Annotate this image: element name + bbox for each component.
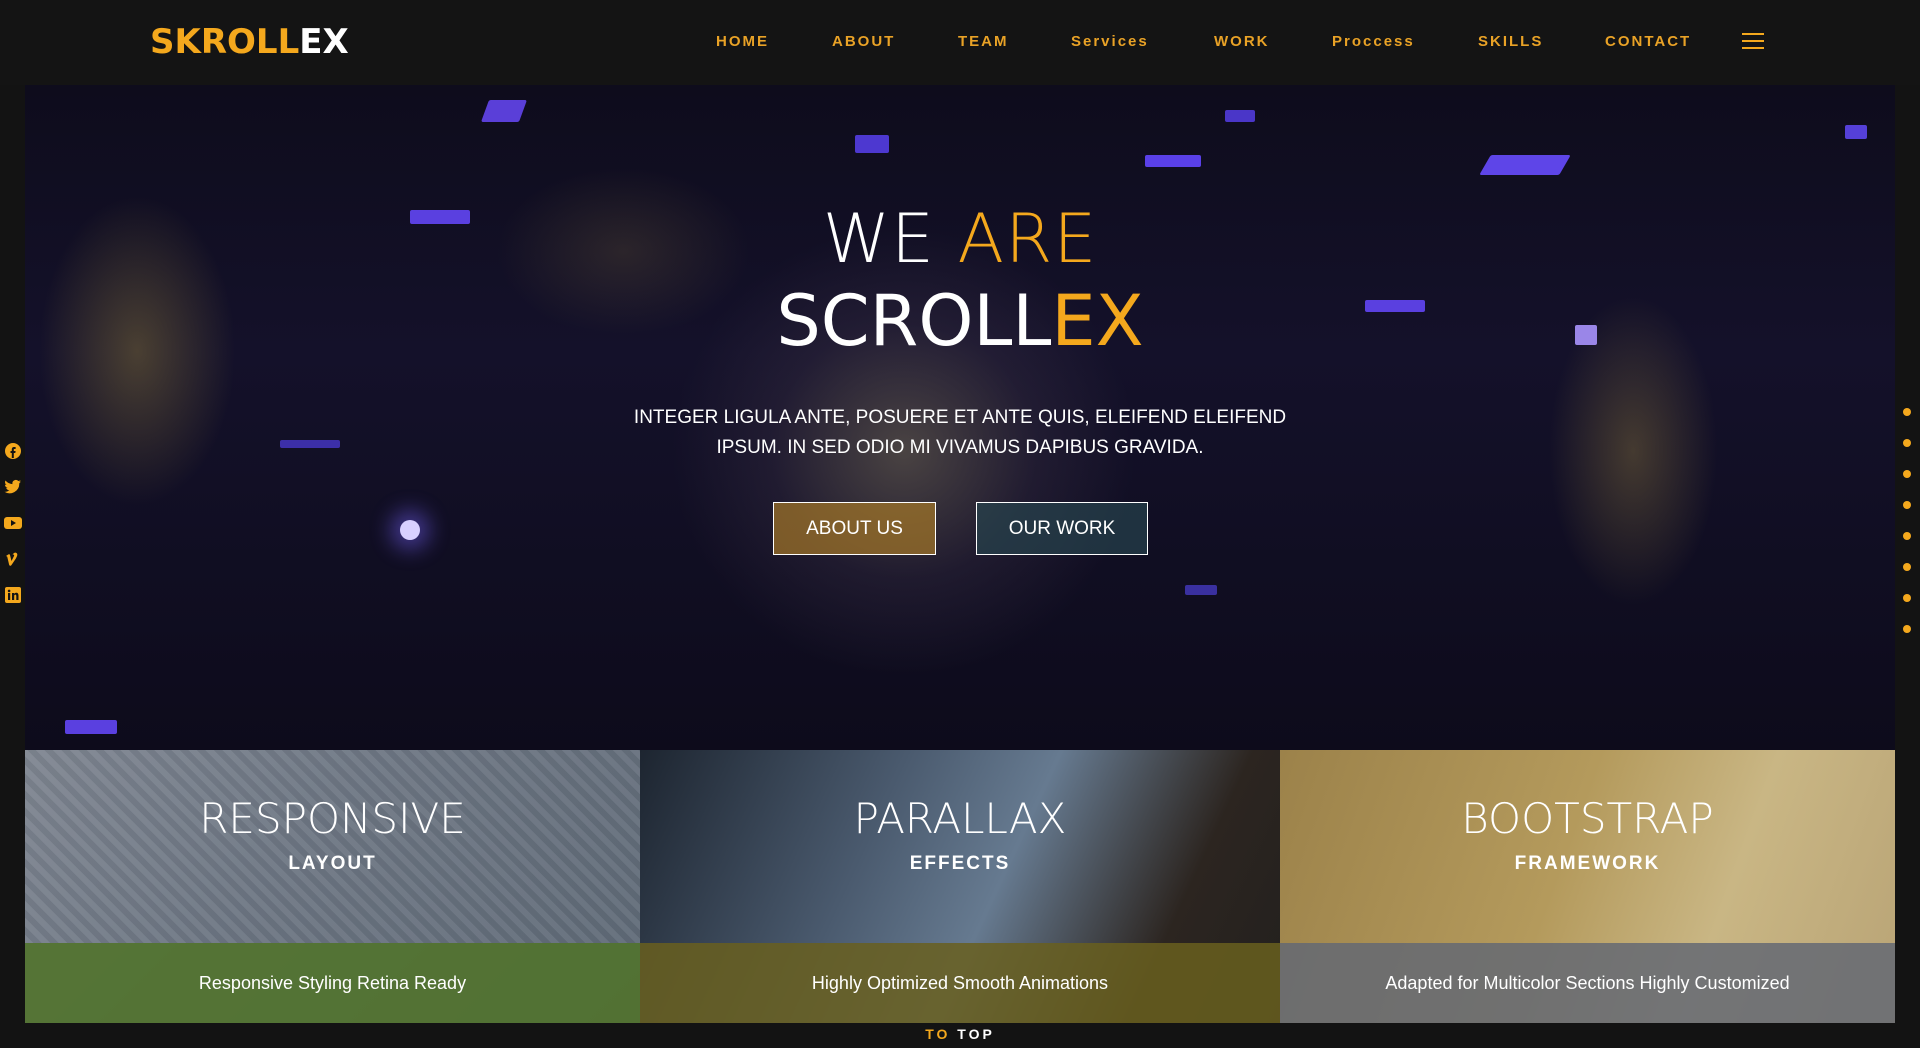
feature-title: PARALLAX xyxy=(853,794,1067,843)
linkedin-icon[interactable] xyxy=(4,586,22,604)
vimeo-icon[interactable] xyxy=(4,550,22,568)
hero-title-we: WE xyxy=(822,200,935,279)
feature-subtitle: FRAMEWORK xyxy=(1514,853,1661,874)
about-us-button[interactable]: ABOUT US xyxy=(773,502,936,555)
to-top-link[interactable]: TO TOP xyxy=(0,1026,1920,1042)
to-top-part1: TO xyxy=(925,1026,951,1042)
youtube-icon[interactable] xyxy=(4,514,22,532)
our-work-button[interactable]: OUR WORK xyxy=(976,502,1148,555)
feature-parallax: PARALLAX EFFECTS Highly Optimized Smooth… xyxy=(640,750,1280,1023)
section-dot[interactable] xyxy=(1903,594,1911,602)
hero-title-scroll: SCROLL xyxy=(776,280,1052,362)
section-dot[interactable] xyxy=(1903,501,1911,509)
hamburger-menu-icon[interactable] xyxy=(1742,33,1764,51)
section-dot[interactable] xyxy=(1903,408,1911,416)
section-dot[interactable] xyxy=(1903,470,1911,478)
feature-responsive: RESPONSIVE LAYOUT Responsive Styling Ret… xyxy=(25,750,640,1023)
hero-title-line2: SCROLLEX xyxy=(25,280,1895,362)
feature-bootstrap: BOOTSTRAP FRAMEWORK Adapted for Multicol… xyxy=(1280,750,1895,1023)
nav-item-services[interactable]: Services xyxy=(1071,33,1149,50)
page: SKROLLEX HOME ABOUT TEAM Services WORK P… xyxy=(0,0,1920,1048)
hero-description: INTEGER LIGULA ANTE, POSUERE ET ANTE QUI… xyxy=(633,407,1287,458)
header: SKROLLEX HOME ABOUT TEAM Services WORK P… xyxy=(0,0,1920,85)
nav-item-home[interactable]: HOME xyxy=(716,33,769,50)
nav-item-contact[interactable]: CONTACT xyxy=(1605,33,1691,50)
hero-section: WE ARE SCROLLEX INTEGER LIGULA ANTE, POS… xyxy=(25,85,1895,750)
feature-text: Responsive Styling Retina Ready xyxy=(25,943,640,1023)
section-dot[interactable] xyxy=(1903,532,1911,540)
feature-background xyxy=(25,750,640,943)
facebook-icon[interactable] xyxy=(4,442,22,460)
nav-item-about[interactable]: ABOUT xyxy=(832,33,895,50)
feature-text: Highly Optimized Smooth Animations xyxy=(640,943,1280,1023)
feature-subtitle: LAYOUT xyxy=(288,853,377,874)
hero-title-are: ARE xyxy=(957,200,1098,279)
section-dot[interactable] xyxy=(1903,439,1911,447)
feature-title: RESPONSIVE xyxy=(199,794,466,843)
hero-title-line1: WE ARE xyxy=(25,200,1895,279)
section-dot[interactable] xyxy=(1903,625,1911,633)
to-top-part2: TOP xyxy=(957,1026,995,1042)
twitter-icon[interactable] xyxy=(4,478,22,496)
nav-item-team[interactable]: TEAM xyxy=(958,33,1009,50)
nav-item-skills[interactable]: SKILLS xyxy=(1478,33,1543,50)
hero-title-ex: EX xyxy=(1051,280,1144,362)
nav-item-work[interactable]: WORK xyxy=(1214,33,1270,50)
main-nav: HOME ABOUT TEAM Services WORK Proccess S… xyxy=(0,33,1920,53)
section-dot[interactable] xyxy=(1903,563,1911,571)
feature-subtitle: EFFECTS xyxy=(909,853,1011,874)
feature-title: BOOTSTRAP xyxy=(1461,794,1714,843)
feature-text: Adapted for Multicolor Sections Highly C… xyxy=(1280,943,1895,1023)
nav-item-proccess[interactable]: Proccess xyxy=(1332,33,1415,50)
